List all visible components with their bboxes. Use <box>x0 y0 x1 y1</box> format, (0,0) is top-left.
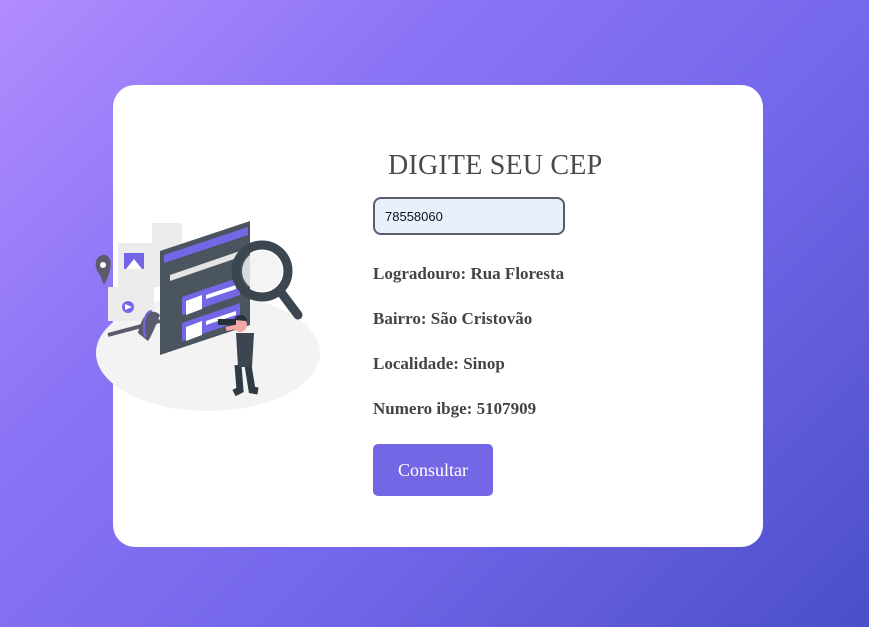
bairro-value: São Cristovão <box>430 309 533 328</box>
logradouro-label: Logradouro: <box>373 264 467 283</box>
localidade-label: Localidade: <box>373 354 459 373</box>
ibge-line: Numero ibge: 5107909 <box>373 399 536 419</box>
localidade-value: Sinop <box>463 354 505 373</box>
page-title: DIGITE SEU CEP <box>388 150 603 181</box>
bairro-line: Bairro: São Cristovão <box>373 309 532 329</box>
logradouro-value: Rua Floresta <box>470 264 565 283</box>
ibge-label: Numero ibge: <box>373 399 473 418</box>
bairro-label: Bairro: <box>373 309 427 328</box>
logradouro-line: Logradouro: Rua Floresta <box>373 264 564 284</box>
ibge-value: 5107909 <box>476 399 537 418</box>
search-illustration <box>95 221 320 411</box>
localidade-line: Localidade: Sinop <box>373 354 505 374</box>
cep-input[interactable] <box>373 197 565 235</box>
consultar-button[interactable]: Consultar <box>373 444 493 496</box>
